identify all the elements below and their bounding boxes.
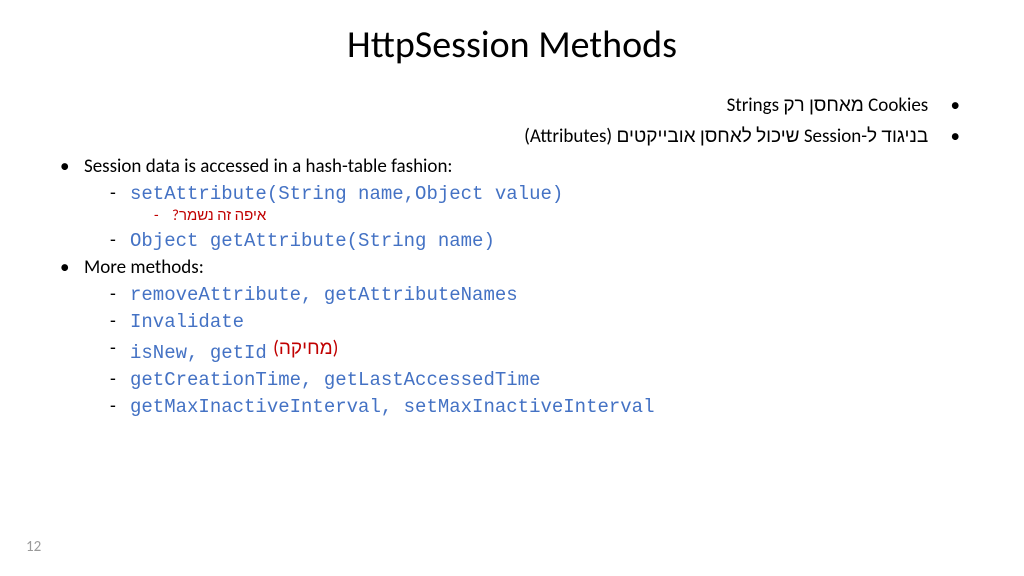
annotation: (מחיקה) <box>273 337 338 360</box>
note-text: איפה זה נשמר? <box>172 207 266 225</box>
list-item: Object getAttribute(String name) <box>128 229 964 252</box>
list-item: setAttribute(String name,Object value) א… <box>128 182 964 225</box>
item-text: Session data is accessed in a hash-table… <box>84 155 453 178</box>
list-item: Invalidate <box>128 310 964 333</box>
code-text: Invalidate <box>130 311 244 333</box>
code-text: isNew, getId <box>130 342 267 364</box>
code-text: removeAttribute, getAttributeNames <box>130 284 518 306</box>
slide-title: HttpSession Methods <box>60 22 964 68</box>
code-text: setAttribute(String name,Object value) <box>130 183 563 205</box>
list-item: removeAttribute, getAttributeNames <box>128 283 964 306</box>
list-item: isNew, getId (מחיקה) <box>128 337 964 364</box>
code-text: Object getAttribute(String name) <box>130 230 495 252</box>
list-item: Session data is accessed in a hash-table… <box>80 155 964 252</box>
code-text: getCreationTime, getLastAccessedTime <box>130 369 540 391</box>
list-item: getCreationTime, getLastAccessedTime <box>128 368 964 391</box>
rtl-bullet-2-text: בניגוד ל-Session שיכול לאחסן אובייקטים (… <box>524 125 928 148</box>
code-text: getMaxInactiveInterval, setMaxInactiveIn… <box>130 396 655 418</box>
rtl-bullet-1: • Cookies מאחסן רק Strings <box>60 92 964 121</box>
list-item: More methods: removeAttribute, getAttrib… <box>80 256 964 418</box>
list-item: getMaxInactiveInterval, setMaxInactiveIn… <box>128 395 964 418</box>
rtl-bullet-2: • בניגוד ל-Session שיכול לאחסן אובייקטים… <box>60 123 964 152</box>
list-item: איפה זה נשמר? <box>170 207 964 225</box>
item-text: More methods: <box>84 256 204 279</box>
rtl-bullet-1-text: Cookies מאחסן רק Strings <box>727 94 929 117</box>
page-number: 12 <box>26 538 41 556</box>
